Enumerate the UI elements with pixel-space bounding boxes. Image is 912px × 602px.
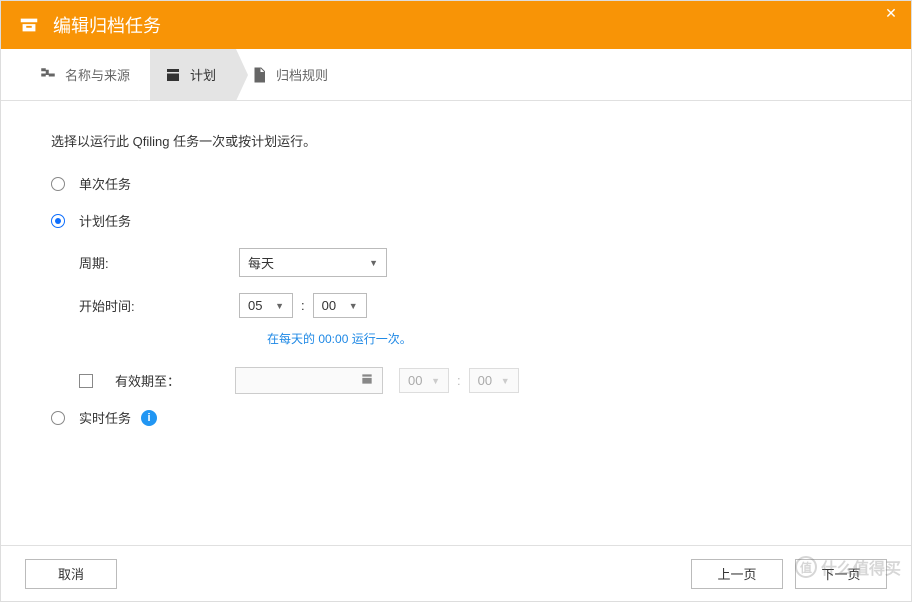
time-separator: : [301, 298, 305, 313]
chevron-down-icon: ▼ [369, 258, 378, 268]
expire-hour-select[interactable]: 00 ▼ [399, 368, 449, 393]
start-time-label: 开始时间: [79, 296, 239, 315]
instruction-text: 选择以运行此 Qfiling 任务一次或按计划运行。 [51, 131, 861, 150]
prev-button[interactable]: 上一页 [691, 559, 783, 589]
rules-icon [250, 66, 268, 84]
radio-realtime-task[interactable] [51, 411, 65, 425]
chevron-down-icon: ▼ [275, 301, 284, 311]
chevron-down-icon: ▼ [501, 376, 510, 386]
expire-date-input[interactable] [235, 367, 383, 394]
folder-tree-icon [39, 66, 57, 84]
radio-scheduled-label[interactable]: 计划任务 [79, 211, 131, 230]
step-label: 归档规则 [276, 65, 328, 84]
dialog-footer: 取消 上一页 下一页 [1, 545, 911, 601]
content-area: 选择以运行此 Qfiling 任务一次或按计划运行。 单次任务 计划任务 周期:… [1, 101, 911, 545]
start-minute-value: 00 [322, 298, 336, 313]
period-value: 每天 [248, 253, 274, 272]
radio-single-label[interactable]: 单次任务 [79, 174, 131, 193]
schedule-hint: 在每天的 00:00 运行一次。 [267, 330, 861, 347]
expire-checkbox[interactable] [79, 374, 93, 388]
step-name-source[interactable]: 名称与来源 [25, 49, 150, 100]
start-minute-select[interactable]: 00 ▼ [313, 293, 367, 318]
next-button[interactable]: 下一页 [795, 559, 887, 589]
expire-minute-select[interactable]: 00 ▼ [469, 368, 519, 393]
expire-hour-value: 00 [408, 373, 422, 388]
radio-realtime-label[interactable]: 实时任务 [79, 408, 131, 427]
time-separator: : [457, 373, 461, 388]
step-archive-rules[interactable]: 归档规则 [236, 49, 348, 100]
dialog-title: 编辑归档任务 [53, 12, 161, 38]
radio-single-task[interactable] [51, 177, 65, 191]
start-hour-value: 05 [248, 298, 262, 313]
radio-scheduled-task[interactable] [51, 214, 65, 228]
step-schedule[interactable]: 计划 [150, 49, 236, 100]
close-icon[interactable]: ✕ [881, 3, 901, 23]
info-icon[interactable]: i [141, 410, 157, 426]
chevron-down-icon: ▼ [431, 376, 440, 386]
period-select[interactable]: 每天 ▼ [239, 248, 387, 277]
cancel-button[interactable]: 取消 [25, 559, 117, 589]
wizard-steps: 名称与来源 计划 归档规则 [1, 49, 911, 101]
expire-minute-value: 00 [478, 373, 492, 388]
step-label: 名称与来源 [65, 65, 130, 84]
start-hour-select[interactable]: 05 ▼ [239, 293, 293, 318]
dialog-header: 编辑归档任务 ✕ [1, 1, 911, 49]
period-label: 周期: [79, 253, 239, 272]
calendar-picker-icon [360, 372, 374, 389]
archive-icon [17, 13, 41, 37]
calendar-icon [164, 66, 182, 84]
step-label: 计划 [190, 65, 216, 84]
chevron-down-icon: ▼ [349, 301, 358, 311]
expire-label: 有效期至： [115, 371, 235, 390]
